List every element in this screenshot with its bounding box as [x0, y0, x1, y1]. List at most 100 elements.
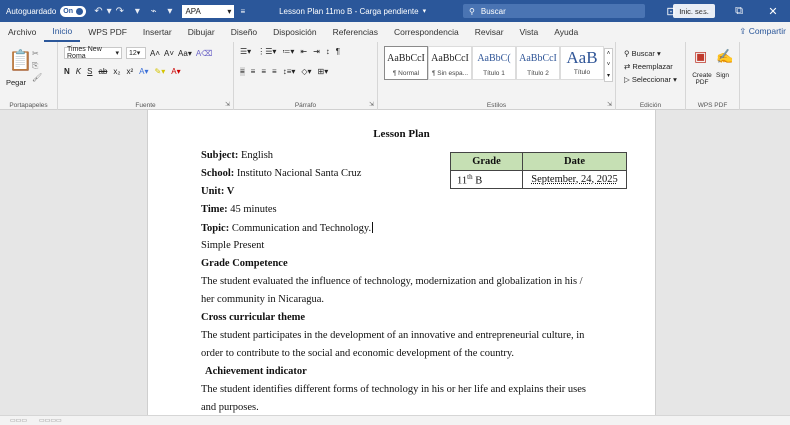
line-spacing-icon[interactable]: ↕≡▾ — [283, 67, 296, 76]
style-card[interactable]: AaBbCcI ¶ Sin espa... — [428, 46, 472, 80]
format-painter-icon[interactable]: 🖌 — [32, 72, 42, 84]
align-right-icon[interactable]: ≡ — [261, 67, 266, 76]
styles-launcher-icon[interactable]: ⇲ — [607, 101, 612, 108]
font-color-icon[interactable]: A▾ — [171, 67, 180, 76]
tab-vista[interactable]: Vista — [512, 22, 547, 42]
style-card[interactable]: AaBbCcI Título 2 — [516, 46, 560, 80]
paste-button[interactable]: Pegar — [6, 78, 26, 87]
tab-archivo[interactable]: Archivo — [0, 22, 44, 42]
ribbon-display-icon[interactable]: ⊡ — [654, 5, 688, 18]
paragraph-launcher-icon[interactable]: ⇲ — [369, 101, 374, 108]
align-center-icon[interactable]: ≡ — [251, 67, 256, 76]
date-value: September, 24, 2025 — [531, 174, 618, 185]
font-name-value: Times New Roma — [67, 46, 102, 60]
autosave-state: On — [63, 7, 73, 15]
time-line: Time: 45 minutes — [201, 204, 277, 215]
style-card[interactable]: AaBbC(Título 1 — [472, 46, 516, 80]
unit-line: Unit: V — [201, 186, 235, 197]
share-label: Compartir — [748, 26, 786, 36]
increase-indent-icon[interactable]: ⇥ — [313, 47, 320, 56]
font-name-select[interactable]: Times New Roma ▾ — [64, 46, 122, 60]
search-box[interactable]: ⚲ Buscar — [463, 4, 645, 18]
align-left-icon[interactable]: ≡ — [240, 67, 245, 76]
grade-cell[interactable]: 11th B — [450, 170, 523, 189]
style-card[interactable]: AaBbCcI ¶ Normal — [384, 46, 428, 80]
customize-toolbar-icon[interactable]: ≡ — [240, 7, 245, 16]
style-name: ¶ Sin espa... — [431, 70, 468, 77]
shading-icon[interactable]: ◇▾ — [301, 67, 311, 76]
create-pdf-icon[interactable]: ▣ — [694, 48, 707, 65]
style-name: Título — [573, 69, 591, 76]
replace-label: Reemplazar — [632, 62, 673, 71]
clear-format-icon[interactable]: A⌫ — [196, 49, 213, 58]
topic-label: Topic: — [201, 223, 230, 234]
underline-icon[interactable]: S — [87, 67, 92, 76]
style-selector[interactable]: APA ▾ — [182, 4, 235, 18]
document-title[interactable]: Lesson Plan 11mo B - Carga pendiente — [279, 7, 419, 16]
wps-group: ▣ ✍ Create PDF Sign WPS PDF — [686, 42, 740, 110]
bullets-icon[interactable]: ☰▾ — [240, 47, 251, 56]
share-button[interactable]: ⇪ Compartir — [739, 26, 786, 37]
sign-button[interactable]: Sign — [716, 72, 729, 79]
borders-icon[interactable]: ⊞▾ — [318, 67, 329, 76]
create-pdf-button[interactable]: Create PDF — [690, 72, 714, 86]
replace-button[interactable]: ⇄ Reemplazar — [624, 60, 677, 73]
italic-icon[interactable]: K — [76, 67, 81, 76]
autosave-toggle[interactable]: On — [60, 5, 87, 17]
text-cursor — [372, 222, 374, 233]
title-bar: Autoguardado On ↶▾↷ ▾ ⌁ ▾ APA ▾ ≡ Lesson … — [0, 0, 790, 22]
strikethrough-icon[interactable]: ab — [98, 67, 107, 76]
copy-icon[interactable]: ⎘ — [32, 60, 42, 72]
time-value: 45 minutes — [230, 204, 277, 215]
cut-icon[interactable]: ✂ — [32, 48, 42, 60]
grow-font-icon[interactable]: A˄ — [150, 49, 160, 58]
tab-correspondencia[interactable]: Correspondencia — [386, 22, 467, 42]
chevron-down-icon[interactable]: ▾ — [423, 7, 427, 15]
tab-inicio[interactable]: Inicio — [44, 22, 81, 42]
paste-icon[interactable]: 📋 — [8, 48, 33, 73]
school-value: Instituto Nacional Santa Cruz — [236, 168, 362, 179]
quick-access-icons[interactable]: ↶▾↷ ▾ ⌁ ▾ — [94, 6, 176, 17]
table-row: 11th B September, 24, 2025 — [450, 170, 627, 189]
close-button[interactable]: ✕ — [756, 5, 790, 18]
bold-icon[interactable]: N — [64, 67, 70, 76]
tab-insertar[interactable]: Insertar — [135, 22, 180, 42]
select-button[interactable]: ▷ Seleccionar ▾ — [624, 73, 677, 86]
grade-date-table[interactable]: Grade Date 11th B September, 24, 2025 — [450, 152, 627, 189]
sort-icon[interactable]: ↕ — [326, 47, 330, 56]
tab-revisar[interactable]: Revisar — [467, 22, 512, 42]
sign-icon[interactable]: ✍ — [716, 48, 733, 65]
justify-icon[interactable]: ≡ — [272, 67, 277, 76]
numbering-icon[interactable]: ⋮☰▾ — [257, 47, 276, 56]
tab-wps-pdf[interactable]: WPS PDF — [80, 22, 135, 42]
find-button[interactable]: ⚲ Buscar ▾ — [624, 47, 677, 60]
text-effects-icon[interactable]: A▾ — [139, 67, 148, 76]
tab-dibujar[interactable]: Dibujar — [180, 22, 223, 42]
tab-disposición[interactable]: Disposición — [265, 22, 324, 42]
restore-button[interactable]: ⧉ — [722, 5, 756, 18]
tab-diseño[interactable]: Diseño — [223, 22, 265, 42]
status-words-indicator[interactable]: ▭▭▭▭ — [39, 417, 62, 424]
change-case-icon[interactable]: Aa▾ — [178, 49, 192, 58]
style-name: ¶ Normal — [392, 70, 420, 77]
font-size-select[interactable]: 12 ▾ — [126, 47, 146, 59]
multilevel-list-icon[interactable]: ≔▾ — [282, 47, 294, 56]
grade-section: B — [472, 175, 483, 187]
shrink-font-icon[interactable]: A˅ — [164, 49, 174, 58]
minimize-button[interactable]: — — [688, 5, 722, 17]
highlight-icon[interactable]: ✎▾ — [155, 67, 166, 76]
styles-scroll[interactable]: ˄ ˅ ▾ — [604, 48, 613, 82]
font-launcher-icon[interactable]: ⇲ — [225, 101, 230, 108]
pilcrow-icon[interactable]: ¶ — [336, 47, 340, 56]
grade-competence-text-2: her community in Nicaragua. — [201, 294, 325, 305]
subscript-icon[interactable]: x₂ — [113, 67, 120, 76]
status-page-indicator[interactable]: ▭▭▭ — [10, 417, 27, 424]
document-page[interactable]: Lesson Plan Subject: English School: Ins… — [147, 110, 656, 415]
tab-ayuda[interactable]: Ayuda — [546, 22, 586, 42]
date-cell[interactable]: September, 24, 2025 — [522, 170, 627, 189]
superscript-icon[interactable]: x² — [126, 67, 133, 76]
tab-referencias[interactable]: Referencias — [325, 22, 386, 42]
style-card[interactable]: AaB Título — [560, 46, 604, 80]
decrease-indent-icon[interactable]: ⇤ — [300, 47, 307, 56]
style-sample: AaB — [566, 48, 598, 67]
